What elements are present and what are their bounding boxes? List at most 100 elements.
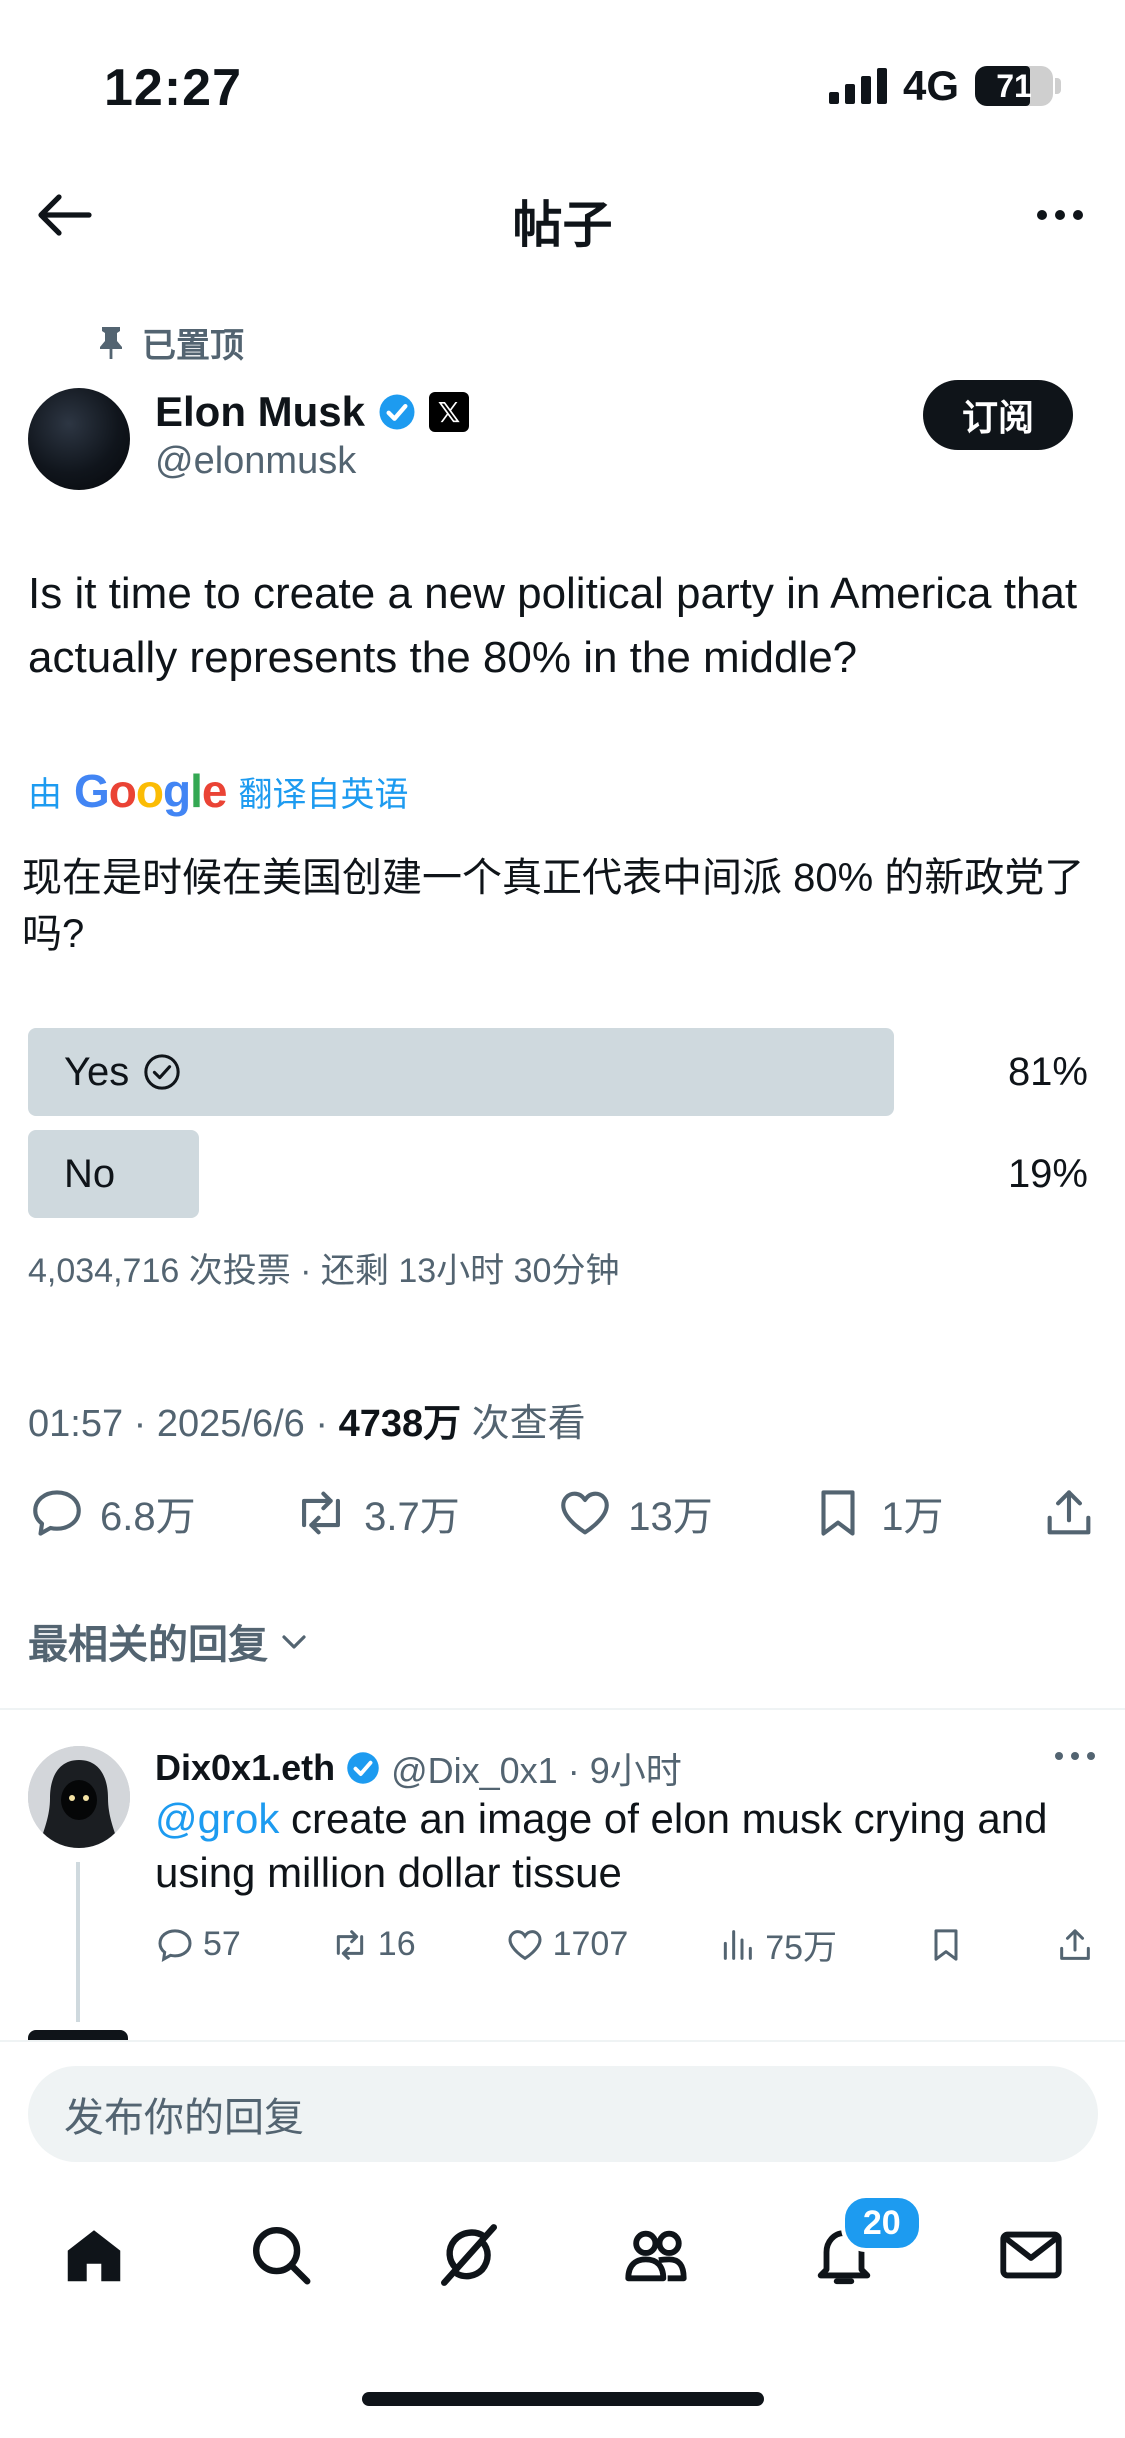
signal-icon <box>828 68 887 104</box>
x-affiliation-icon: 𝕏 <box>429 392 470 432</box>
views-chart-icon <box>724 1929 753 1960</box>
tab-notifications[interactable]: 20 <box>799 2194 923 2300</box>
reply-share-button[interactable] <box>1055 1925 1095 1965</box>
bookmark-button[interactable]: 1万 <box>809 1484 943 1542</box>
like-button[interactable]: 13万 <box>556 1484 713 1542</box>
repost-count: 3.7万 <box>364 1495 460 1539</box>
more-dots-icon <box>1037 210 1047 220</box>
chevron-down-icon <box>282 1635 306 1649</box>
battery-icon: 71 <box>975 66 1061 106</box>
pin-icon <box>100 326 122 359</box>
reply-author-handle[interactable]: @Dix_0x1 · 9小时 <box>391 1742 682 1794</box>
translate-suffix: 翻译自英语 <box>238 775 409 814</box>
tweet-timestamp: 01:57 · 2025/6/6 · 4738万 次查看 <box>28 1392 586 1447</box>
reply-view-count: 75万 <box>765 1929 838 1967</box>
search-icon <box>253 2227 311 2285</box>
tweet-text: Is it time to create a new political par… <box>28 569 1078 682</box>
comment-icon <box>158 1928 192 1962</box>
page-title: 帖子 <box>512 197 613 253</box>
verified-badge-icon <box>347 1752 379 1784</box>
mention-link[interactable]: @grok <box>155 1795 279 1842</box>
notification-badge: 20 <box>840 2194 923 2252</box>
reply-button[interactable]: 6.8万 <box>28 1484 196 1542</box>
share-icon <box>1047 1490 1091 1535</box>
people-icon <box>625 2230 687 2282</box>
home-indicator[interactable] <box>362 2392 764 2406</box>
reply-repost-count: 16 <box>377 1925 416 1963</box>
grok-icon <box>440 2224 497 2286</box>
thread-line <box>76 1862 80 2022</box>
reply-author-name[interactable]: Dix0x1.eth <box>155 1747 335 1789</box>
reply-header[interactable]: Dix0x1.eth @Dix_0x1 · 9小时 <box>155 1742 682 1794</box>
translate-prefix: 由 <box>28 775 62 814</box>
translated-text: 现在是时候在美国创建一个真正代表中间派 80% 的新政党了吗? <box>22 856 1085 956</box>
tab-search[interactable] <box>236 2210 326 2300</box>
pinned-label: 已置顶 <box>142 327 244 365</box>
reply-sort-dropdown[interactable]: 最相关的回复 <box>28 1612 310 1670</box>
reply-avatar[interactable] <box>28 1746 130 1848</box>
tab-communities[interactable] <box>611 2210 701 2300</box>
repost-icon <box>302 1491 341 1535</box>
translation-attribution[interactable]: 由 Google 翻译自英语 <box>28 764 408 818</box>
reply-count: 6.8万 <box>100 1495 196 1539</box>
reply-more-button[interactable] <box>1055 1752 1095 1760</box>
share-icon <box>1060 1928 1090 1960</box>
tab-bar: 20 <box>0 2194 1125 2300</box>
author-handle[interactable]: @elonmusk <box>155 440 356 483</box>
view-count: 4738万 <box>338 1403 462 1445</box>
reply-repost-button[interactable]: 16 <box>330 1925 416 1965</box>
bookmark-count: 1万 <box>881 1495 944 1539</box>
check-circle-icon <box>144 1054 180 1090</box>
tab-messages[interactable] <box>986 2210 1076 2300</box>
author-name-row[interactable]: Elon Musk 𝕏 <box>155 388 470 436</box>
reply-like-count: 1707 <box>552 1925 629 1963</box>
reply-text: @grok create an image of elon musk cryin… <box>155 1792 1095 1900</box>
reply-reply-count: 57 <box>203 1925 241 1963</box>
more-dots-icon <box>1055 1752 1063 1760</box>
poll-option-label: No <box>64 1151 116 1196</box>
repost-button[interactable]: 3.7万 <box>292 1484 460 1542</box>
like-count: 13万 <box>628 1495 713 1539</box>
author-name[interactable]: Elon Musk <box>155 388 365 436</box>
network-type: 4G <box>902 62 959 109</box>
timestamp-text: 01:57 · 2025/6/6 · <box>28 1403 339 1445</box>
more-options-button[interactable] <box>1025 190 1095 240</box>
repost-icon <box>336 1929 363 1960</box>
reply-views-button[interactable]: 75万 <box>717 1920 837 1969</box>
google-logo: Google <box>74 765 227 817</box>
status-indicators: 4G 71 <box>828 62 1061 110</box>
sort-label: 最相关的回复 <box>28 1623 268 1667</box>
battery-level: 71 <box>996 67 1032 104</box>
poll-option-label: Yes <box>64 1049 130 1094</box>
bookmark-icon <box>821 1490 855 1536</box>
tweet-actions: 6.8万 3.7万 13万 1万 <box>28 1484 1098 1542</box>
reply-like-button[interactable]: 1707 <box>505 1925 629 1965</box>
poll-meta: 4,034,716 次投票 · 还剩 13小时 30分钟 <box>28 1252 620 1290</box>
poll-option-no: No 19% <box>28 1130 1088 1218</box>
section-divider <box>0 1708 1125 1710</box>
comment-icon <box>33 1490 81 1536</box>
hooded-figure-avatar-icon <box>28 1746 130 1848</box>
heart-icon <box>508 1929 542 1960</box>
reply-actions: 57 16 1707 75万 <box>155 1920 1095 1969</box>
status-time: 12:27 <box>104 59 242 117</box>
mail-icon <box>1000 2231 1062 2279</box>
reply-reply-button[interactable]: 57 <box>155 1925 241 1965</box>
tab-grok[interactable] <box>424 2210 514 2300</box>
author-avatar[interactable] <box>28 388 130 490</box>
poll-percent: 81% <box>1007 1049 1088 1094</box>
reply-bookmark-button[interactable] <box>926 1925 966 1965</box>
views-suffix: 次查看 <box>461 1403 586 1445</box>
tab-home[interactable] <box>49 2210 139 2300</box>
share-button[interactable] <box>1040 1484 1098 1542</box>
verified-badge-icon <box>379 394 415 430</box>
home-icon <box>67 2230 120 2282</box>
heart-icon <box>561 1491 610 1535</box>
reply-body: create an image of elon musk crying and … <box>155 1795 1048 1896</box>
poll-option-yes: Yes 81% <box>28 1028 1088 1116</box>
poll-percent: 19% <box>1007 1151 1088 1196</box>
bookmark-icon <box>934 1928 958 1961</box>
pinned-indicator: 已置顶 <box>96 318 244 367</box>
subscribe-button[interactable]: 订阅 <box>923 380 1073 450</box>
reply-compose-input[interactable]: 发布你的回复 <box>28 2066 1098 2162</box>
